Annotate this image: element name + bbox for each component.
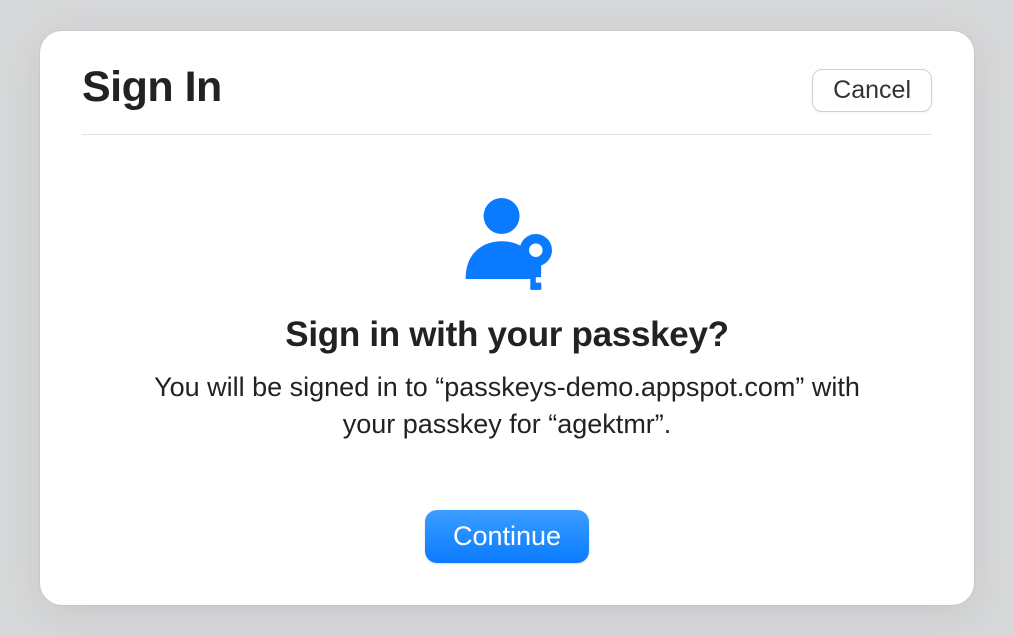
sign-in-dialog: Sign In Cancel Sign in with your <box>40 31 974 605</box>
prompt-description: You will be signed in to “passkeys-demo.… <box>127 369 887 442</box>
dialog-title: Sign In <box>82 63 222 112</box>
prompt-title: Sign in with your passkey? <box>285 315 728 355</box>
dialog-body: Sign in with your passkey? You will be s… <box>40 135 974 605</box>
dialog-header: Sign In Cancel <box>40 31 974 134</box>
passkey-icon <box>453 189 561 297</box>
cancel-button[interactable]: Cancel <box>812 69 932 112</box>
continue-button[interactable]: Continue <box>425 510 589 563</box>
